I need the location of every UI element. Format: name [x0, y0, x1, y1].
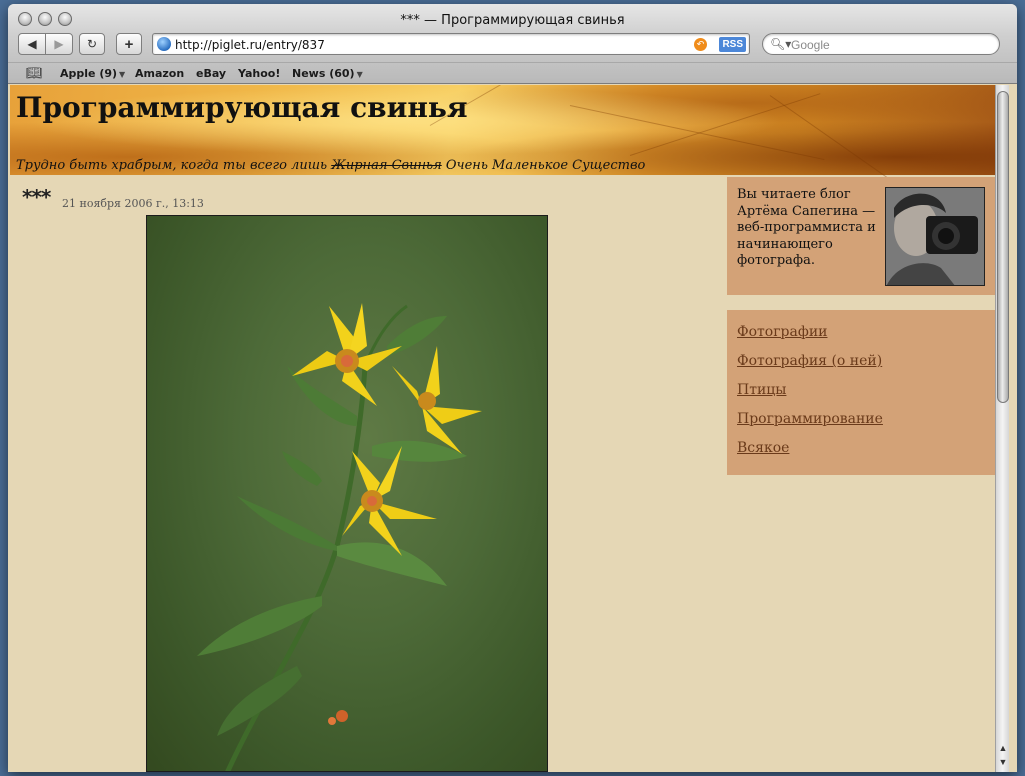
bookmarks-bar: 📖︎ Apple (9) ▼ Amazon eBay Yahoo! News (6…: [8, 62, 1017, 82]
back-arrow-icon: ◀: [27, 37, 37, 51]
photographer-portrait: [886, 188, 984, 285]
author-avatar: [885, 187, 985, 286]
chevron-down-icon: ▼: [356, 70, 363, 79]
bookmark-apple[interactable]: Apple (9) ▼: [60, 67, 125, 80]
web-page: Программирующая свинья Трудно быть храбр…: [10, 85, 995, 772]
search-field[interactable]: 🔍︎▾ Google: [762, 33, 1000, 55]
category-link-photos[interactable]: Фотографии: [737, 324, 828, 340]
category-link-misc[interactable]: Всякое: [737, 440, 789, 456]
search-placeholder: Google: [791, 38, 830, 52]
book-icon[interactable]: 📖︎: [26, 65, 43, 81]
back-button[interactable]: ◀: [18, 33, 46, 55]
add-bookmark-button[interactable]: +: [116, 33, 142, 55]
navigation-toolbar: ◀ ▶ ↻ + http://piglet.ru/entry/837 ↶ RSS…: [8, 32, 1017, 58]
vertical-scrollbar[interactable]: ▲ ▼: [995, 85, 1009, 772]
reload-button[interactable]: ↻: [79, 33, 105, 55]
category-link-photography[interactable]: Фотография (о ней): [737, 353, 882, 369]
scrollbar-thumb[interactable]: [997, 91, 1009, 403]
reload-icon: ↻: [86, 37, 98, 51]
globe-icon: [157, 37, 171, 51]
blog-title[interactable]: Программирующая свинья: [16, 91, 468, 124]
forward-arrow-icon: ▶: [54, 37, 64, 51]
scroll-down-icon[interactable]: ▼: [997, 756, 1009, 768]
browser-window: *** — Программирующая свинья ◀ ▶ ↻ + htt…: [8, 4, 1017, 772]
window-title: *** — Программирующая свинья: [400, 13, 625, 28]
about-box: Вы читаете блог Артёма Сапегина — веб-пр…: [727, 177, 995, 295]
scroll-up-icon[interactable]: ▲: [997, 742, 1009, 754]
chevron-down-icon: ▼: [119, 70, 126, 79]
forward-button[interactable]: ▶: [45, 33, 73, 55]
post-title[interactable]: ***: [22, 185, 51, 209]
about-text: Вы читаете блог Артёма Сапегина — веб-пр…: [737, 187, 876, 268]
bookmark-news[interactable]: News (60) ▼: [292, 67, 363, 80]
url-text[interactable]: http://piglet.ru/entry/837: [175, 38, 325, 52]
post-date: 21 ноября 2006 г., 13:13: [62, 197, 204, 210]
post-photo[interactable]: [146, 215, 548, 772]
address-bar[interactable]: http://piglet.ru/entry/837 ↶ RSS: [152, 33, 750, 55]
categories-box: Фотографии Фотография (о ней) Птицы Прог…: [727, 310, 995, 475]
snapback-icon[interactable]: ↶: [694, 38, 707, 51]
rss-button[interactable]: RSS: [719, 37, 746, 52]
bookmark-yahoo[interactable]: Yahoo!: [238, 67, 280, 80]
flower-illustration: [197, 303, 482, 771]
bookmark-amazon[interactable]: Amazon: [135, 67, 184, 80]
plus-icon: +: [124, 35, 134, 53]
blog-header: Программирующая свинья Трудно быть храбр…: [10, 85, 995, 211]
bookmark-ebay[interactable]: eBay: [196, 67, 226, 80]
blog-subtitle: Трудно быть храбрым, когда ты всего лишь…: [16, 158, 646, 173]
title-bar: *** — Программирующая свинья: [8, 4, 1017, 30]
category-link-birds[interactable]: Птицы: [737, 382, 786, 398]
category-link-programming[interactable]: Программирование: [737, 411, 883, 427]
search-icon[interactable]: 🔍︎▾: [770, 37, 791, 51]
browser-chrome: *** — Программирующая свинья ◀ ▶ ↻ + htt…: [8, 4, 1017, 84]
